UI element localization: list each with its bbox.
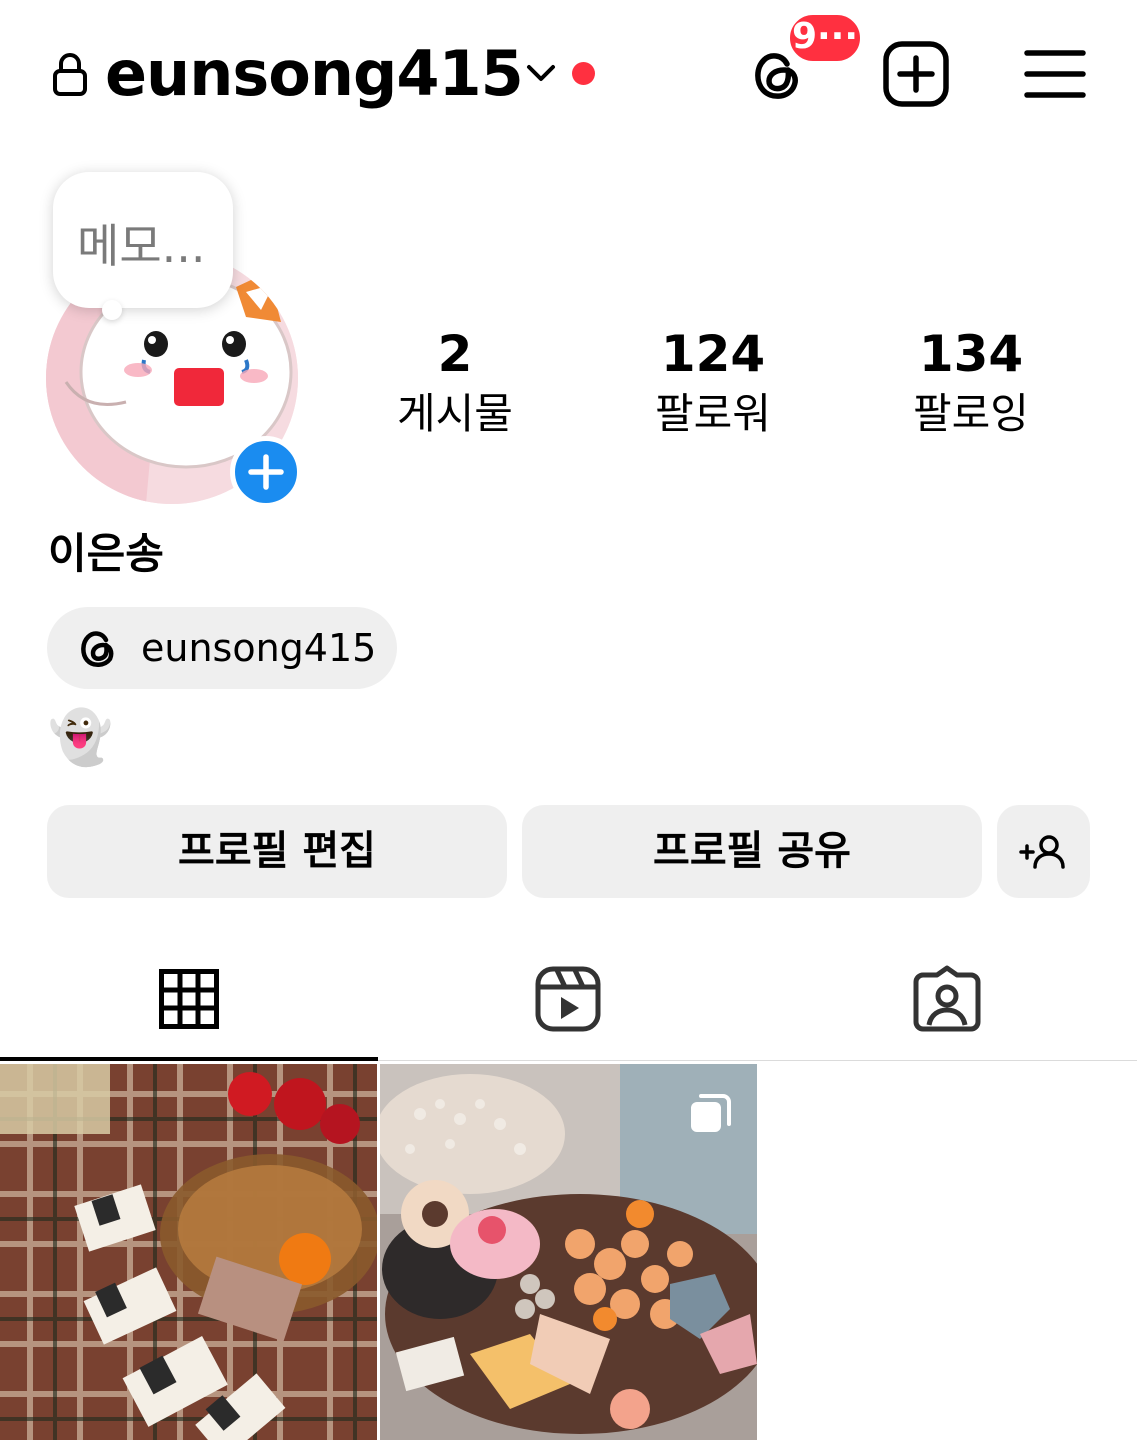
active-tab-indicator bbox=[0, 1057, 378, 1061]
share-profile-button[interactable]: 프로필 공유 bbox=[522, 805, 982, 898]
chevron-down-icon[interactable] bbox=[524, 58, 558, 88]
post-thumbnail[interactable] bbox=[0, 1064, 377, 1440]
unread-dot bbox=[572, 62, 595, 85]
following-stat[interactable]: 134 팔로잉 bbox=[861, 322, 1081, 442]
post-thumbnail[interactable] bbox=[380, 1064, 757, 1440]
tab-tagged[interactable] bbox=[758, 960, 1137, 1060]
lock-icon bbox=[53, 53, 87, 96]
add-person-icon bbox=[1019, 835, 1065, 869]
tab-reels[interactable] bbox=[378, 960, 758, 1060]
add-post-icon[interactable] bbox=[882, 40, 950, 108]
note-bubble[interactable]: 메모... bbox=[53, 172, 233, 308]
threads-icon bbox=[81, 631, 114, 667]
edit-profile-button[interactable]: 프로필 편집 bbox=[47, 805, 507, 898]
add-story-button[interactable] bbox=[230, 436, 302, 508]
threads-handle: eunsong415 bbox=[141, 626, 377, 670]
post-image bbox=[0, 1064, 377, 1440]
posts-count: 2 bbox=[437, 325, 473, 383]
menu-icon[interactable] bbox=[1024, 48, 1086, 100]
profile-name: 이은송 bbox=[48, 529, 164, 578]
followers-count: 124 bbox=[660, 325, 766, 383]
account-username[interactable]: eunsong415 bbox=[105, 38, 524, 110]
followers-label: 팔로워 bbox=[655, 389, 771, 438]
tab-posts[interactable] bbox=[0, 960, 378, 1060]
bio-text: 👻 bbox=[48, 708, 113, 768]
notification-badge: 9··· bbox=[786, 11, 864, 65]
posts-stat[interactable]: 2 게시물 bbox=[345, 322, 565, 442]
multiple-photos-icon bbox=[691, 1094, 731, 1132]
discover-people-button[interactable] bbox=[997, 805, 1090, 898]
note-text: 메모... bbox=[77, 219, 206, 273]
following-label: 팔로잉 bbox=[913, 389, 1029, 438]
top-bar: eunsong415 9··· bbox=[0, 0, 1137, 150]
threads-link-chip[interactable]: eunsong415 bbox=[47, 607, 397, 689]
posts-label: 게시물 bbox=[397, 389, 513, 438]
reels-icon bbox=[535, 966, 601, 1032]
followers-stat[interactable]: 124 팔로워 bbox=[603, 322, 823, 442]
tagged-icon bbox=[913, 965, 981, 1032]
note-bubble-tail bbox=[102, 300, 122, 320]
following-count: 134 bbox=[918, 325, 1024, 383]
posts-grid-icon bbox=[159, 969, 219, 1029]
